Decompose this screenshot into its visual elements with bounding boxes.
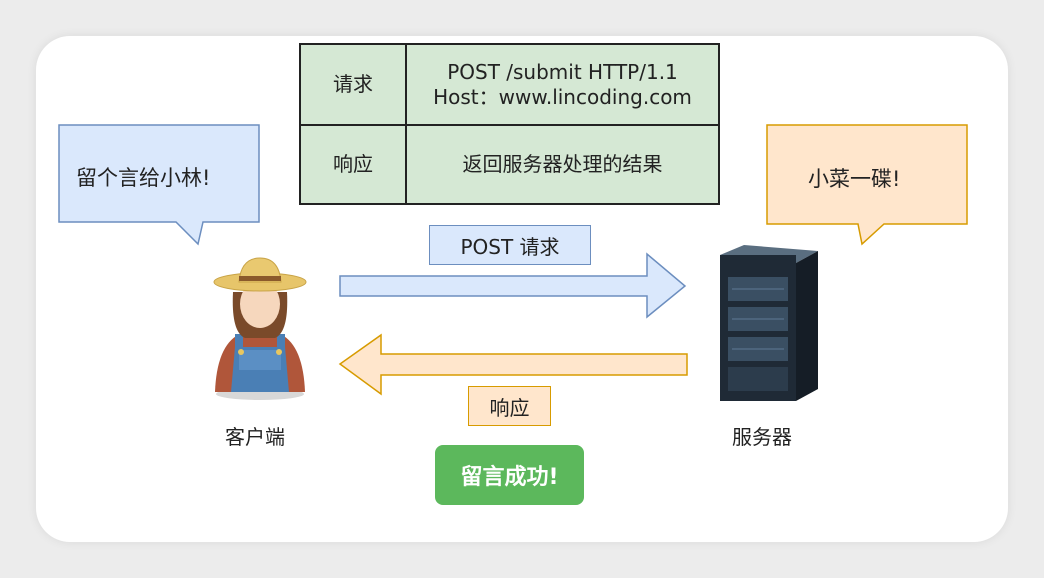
server-bubble-text: 小菜一碟! [808,167,901,191]
client-caption: 客户端 [225,425,285,449]
server-caption: 服务器 [732,425,792,449]
table-request-content: POST /submit HTTP/1.1 Host：www.lincoding… [407,45,718,124]
success-badge: 留言成功! [435,445,584,505]
request-line: POST /submit HTTP/1.1 [447,59,678,84]
response-label: 响应 [468,386,551,426]
http-table: 请求 POST /submit HTTP/1.1 Host：www.lincod… [299,43,720,205]
client-bubble-text: 留个言给小林! [76,166,211,190]
table-response-content: 返回服务器处理的结果 [462,152,663,176]
server-rack-icon [720,245,818,401]
request-arrow [339,252,687,319]
request-host: Host：www.lincoding.com [433,84,692,109]
table-response-header: 响应 [333,152,373,176]
farmer-client-icon [213,257,307,400]
table-request-header: 请求 [333,72,373,96]
